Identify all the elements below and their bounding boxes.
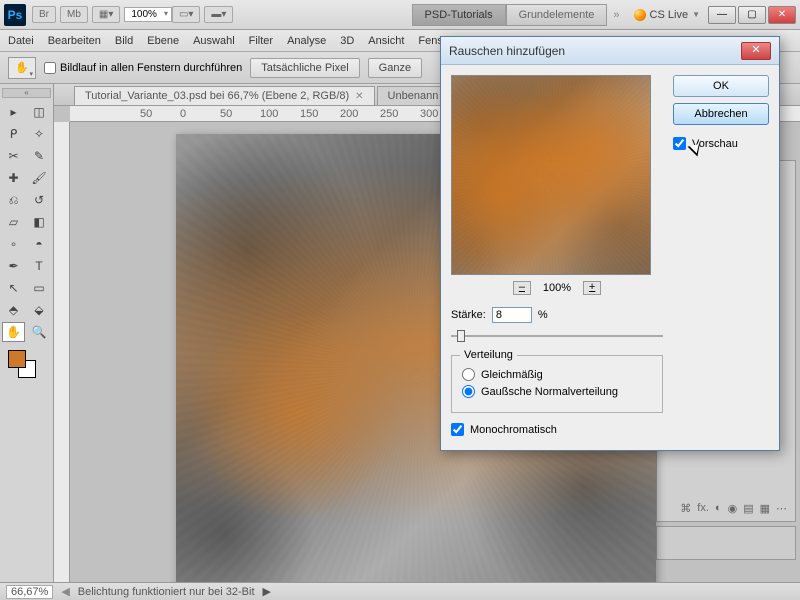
path-tool[interactable]: ↖ — [2, 278, 25, 298]
shape-tool[interactable]: ▭ — [28, 278, 51, 298]
workspace-tab-active[interactable]: PSD-Tutorials — [412, 4, 506, 26]
document-tab-1[interactable]: Tutorial_Variante_03.psd bei 66,7% (Eben… — [74, 86, 375, 105]
adjust-icon[interactable]: ◉ — [728, 502, 738, 515]
menu-file[interactable]: Datei — [8, 35, 34, 47]
strength-input[interactable] — [492, 307, 532, 323]
group-icon[interactable]: ▤ — [743, 502, 753, 515]
minibridge-button[interactable]: Mb — [60, 6, 88, 23]
toolbox: « ▸ ◫ ᑭ ✧ ✂ ✎ ✚ 🖌 ⎌ ↺ ▱ ◧ ∘ ◓ ✒ T ↖ ▭ ⬘ … — [0, 84, 54, 582]
layer-panel-icons: ⌘ fx. ◐ ◉ ▤ ▦ ⋯ — [657, 498, 795, 519]
gradient-tool[interactable]: ◧ — [28, 212, 51, 232]
heal-tool[interactable]: ✚ — [2, 168, 25, 188]
menu-3d[interactable]: 3D — [340, 35, 354, 47]
link-icon[interactable]: ⌘ — [680, 502, 691, 515]
trash-icon[interactable]: ⋯ — [776, 502, 787, 515]
close-icon[interactable]: ✕ — [355, 91, 363, 102]
gaussian-radio[interactable]: Gaußsche Normalverteilung — [462, 385, 652, 398]
actual-pixels-button[interactable]: Tatsächliche Pixel — [250, 58, 359, 78]
document-tab-2[interactable]: Unbenann — [377, 86, 450, 105]
marquee-tool[interactable]: ◫ — [28, 102, 51, 122]
window-minimize[interactable]: — — [708, 6, 736, 24]
3d-tool[interactable]: ⬘ — [2, 300, 25, 320]
pen-tool[interactable]: ✒ — [2, 256, 25, 276]
uniform-radio[interactable]: Gleichmäßig — [462, 368, 652, 381]
preview-thumbnail[interactable] — [451, 75, 651, 275]
workspace-tab[interactable]: Grundelemente — [506, 4, 608, 26]
menu-layer[interactable]: Ebene — [147, 35, 179, 47]
zoom-percent: 100% — [543, 282, 571, 294]
fx-icon[interactable]: fx. — [697, 502, 709, 515]
status-arrow-r[interactable]: ▶ — [263, 585, 271, 598]
menu-view[interactable]: Ansicht — [368, 35, 404, 47]
menu-edit[interactable]: Bearbeiten — [48, 35, 101, 47]
mask-icon[interactable]: ◐ — [715, 502, 722, 515]
strength-slider[interactable] — [451, 329, 663, 343]
blur-tool[interactable]: ∘ — [2, 234, 25, 254]
app-titlebar: Ps Br Mb ▦▾ 100% ▭▾ ▬▾ PSD-Tutorials Gru… — [0, 0, 800, 30]
3dcam-tool[interactable]: ⬙ — [28, 300, 51, 320]
zoom-tool[interactable]: 🔍 — [28, 322, 51, 342]
distribution-legend: Verteilung — [460, 349, 517, 361]
dodge-tool[interactable]: ◓ — [28, 234, 51, 254]
history-brush-tool[interactable]: ↺ — [28, 190, 51, 210]
cancel-button[interactable]: Abbrechen — [673, 103, 769, 125]
newlayer-icon[interactable]: ▦ — [760, 502, 770, 515]
distribution-group: Verteilung Gleichmäßig Gaußsche Normalve… — [451, 355, 663, 413]
menu-filter[interactable]: Filter — [249, 35, 273, 47]
dialog-close-button[interactable]: ✕ — [741, 42, 771, 60]
scroll-all-checkbox[interactable]: Bildlauf in allen Fenstern durchführen — [44, 62, 242, 74]
hand-tool[interactable]: ✋ — [2, 322, 25, 342]
zoom-out-button[interactable]: – — [513, 281, 531, 295]
menu-analysis[interactable]: Analyse — [287, 35, 326, 47]
fit-screen-button[interactable]: Ganze — [368, 58, 422, 78]
brush-tool[interactable]: 🖌 — [28, 168, 51, 188]
foreground-swatch[interactable] — [8, 350, 26, 368]
status-message: Belichtung funktioniert nur bei 32-Bit — [78, 586, 255, 598]
window-maximize[interactable]: ▢ — [738, 6, 766, 24]
strength-label: Stärke: — [451, 309, 486, 321]
view-extras-button[interactable]: ▦▾ — [92, 6, 120, 23]
zoom-combo[interactable]: 100% — [124, 7, 172, 22]
ok-button[interactable]: OK — [673, 75, 769, 97]
status-bar: 66,67% ◀ Belichtung funktioniert nur bei… — [0, 582, 800, 600]
workspace-more[interactable]: » — [607, 5, 625, 25]
panel-shadow-bottom — [656, 526, 796, 560]
status-zoom[interactable]: 66,67% — [6, 585, 53, 599]
dialog-titlebar[interactable]: Rauschen hinzufügen ✕ — [441, 37, 779, 65]
color-swatches[interactable] — [2, 350, 51, 386]
crop-tool[interactable]: ✂ — [2, 146, 25, 166]
monochrome-checkbox[interactable]: Monochromatisch — [451, 423, 663, 436]
cslive-icon — [634, 9, 646, 21]
lasso-tool[interactable]: ᑭ — [2, 124, 25, 144]
ruler-vertical — [54, 122, 70, 582]
arrange-button[interactable]: ▭▾ — [172, 6, 200, 23]
eraser-tool[interactable]: ▱ — [2, 212, 25, 232]
percent-label: % — [538, 309, 548, 321]
cslive-button[interactable]: CS Live ▼ — [634, 9, 700, 21]
dialog-title: Rauschen hinzufügen — [449, 44, 565, 58]
cslive-label: CS Live — [650, 9, 689, 21]
bridge-button[interactable]: Br — [32, 6, 56, 23]
add-noise-dialog: Rauschen hinzufügen ✕ – 100% + Stärke: % — [440, 36, 780, 451]
move-tool[interactable]: ▸ — [2, 102, 25, 122]
preview-checkbox[interactable]: Vorschau — [673, 137, 769, 150]
eyedropper-tool[interactable]: ✎ — [28, 146, 51, 166]
window-close[interactable]: ✕ — [768, 6, 796, 24]
slider-thumb[interactable] — [457, 330, 465, 342]
zoom-in-button[interactable]: + — [583, 281, 601, 295]
toolbox-collapse[interactable]: « — [2, 88, 51, 98]
tool-preset-hand[interactable]: ✋ — [8, 57, 36, 79]
stamp-tool[interactable]: ⎌ — [2, 190, 25, 210]
screenmode-button[interactable]: ▬▾ — [204, 6, 233, 23]
menu-select[interactable]: Auswahl — [193, 35, 235, 47]
status-arrow-l[interactable]: ◀ — [61, 585, 69, 598]
type-tool[interactable]: T — [28, 256, 51, 276]
menu-image[interactable]: Bild — [115, 35, 133, 47]
wand-tool[interactable]: ✧ — [28, 124, 51, 144]
ps-logo: Ps — [4, 4, 26, 26]
